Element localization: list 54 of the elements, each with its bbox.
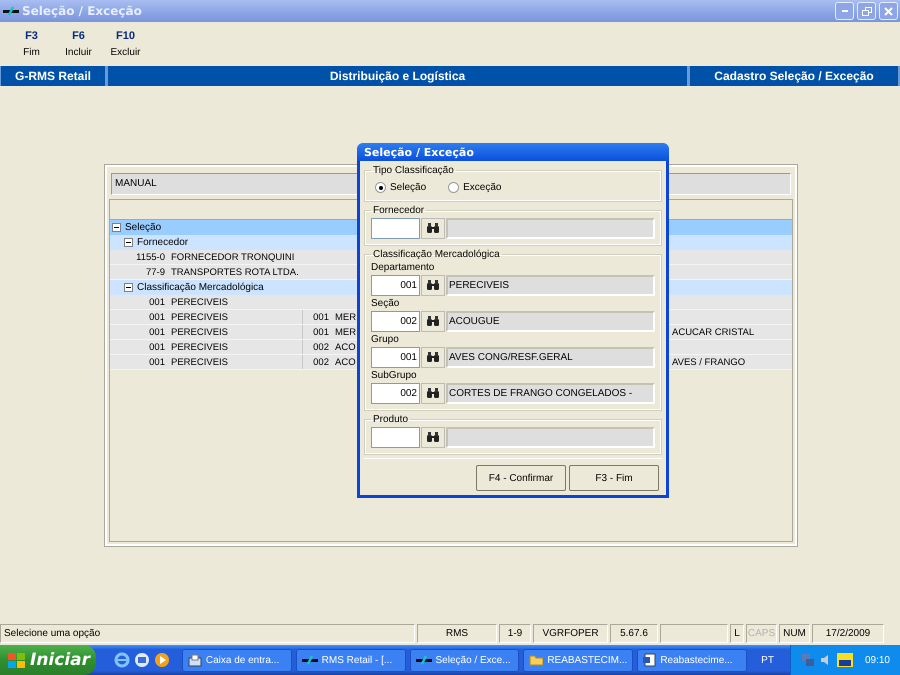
table-cell-text: PERECIVEIS [170,356,230,368]
status-panel: L [730,624,744,643]
table-cell-text: PERECIVEIS [170,342,230,352]
group-label: Produto [372,414,410,425]
table-cell-text: ACO [334,342,357,352]
header-title: Distribuição e Logística [107,66,689,86]
table-cell-text: MER [334,312,358,322]
table-cell-text: TRANSPORTES ROTA LTDA. [170,266,300,278]
table-cell-text: PERECIVEIS [170,326,230,338]
status-message: Selecione uma opção [0,624,415,643]
table-cell: 001 [302,310,332,324]
field-label: Seção [371,298,400,309]
table-cell-text: PERECIVEIS [170,296,230,308]
table-cell-text: 1155-0 [135,252,166,262]
table-cell-text: AVES / FRANGO [671,356,746,368]
field-label: SubGrupo [371,370,418,381]
group-label: Classificação Mercadológica [372,249,501,260]
table-cell-text: 001 [148,326,166,338]
table-cell-text: MER [334,326,358,338]
status-panel: CAPS [746,624,777,643]
node-label: Seleção [125,222,162,233]
status-panel: 1-9 [499,624,531,643]
group-label: Fornecedor [372,205,426,216]
table-cell-text: 001 [148,356,166,368]
table-cell-text: FORNECEDOR TRONQUINI [170,252,296,262]
table-cell-text: 001 [148,342,166,352]
table-cell-text: 77-9 [144,266,166,278]
node-label: Classificação Mercadológica [137,282,264,293]
description-field: ACOUGUE [446,311,655,332]
table-cell: 002 [302,340,332,354]
table-cell: 002 [302,355,332,369]
status-panel: 5.67.6 [610,624,658,643]
status-panel: 17/2/2009 [812,624,884,643]
window-title: Seleção / Exceção [22,4,143,18]
description-field: AVES CONG/RESF.GERAL [446,347,655,368]
table-cell: 001 [302,325,332,339]
table-cell-text: ACUCAR CRISTAL [671,326,756,338]
status-panel: RMS [417,624,497,643]
status-panel: VGRFOPER [533,624,608,643]
group-label: Tipo Classificação [372,165,455,176]
description-field: CORTES DE FRANGO CONGELADOS - [446,383,655,404]
table-cell-text: PERECIVEIS [170,312,230,322]
field-label: Grupo [371,334,400,345]
header-title: G-RMS Retail [0,66,107,86]
table-cell-text: ACO [334,356,357,368]
field-label: Departamento [371,262,436,273]
table-cell-text: 001 [148,312,166,322]
table-cell-text: 001 [148,296,166,308]
status-panel: NUM [779,624,810,643]
header-title: Cadastro Seleção / Exceção [689,66,900,86]
dialog-title: Seleção / Exceção [357,143,669,161]
description-field: PERECIVEIS [446,275,655,296]
clock: 09:10 [864,654,890,666]
node-label: Fornecedor [137,237,188,248]
